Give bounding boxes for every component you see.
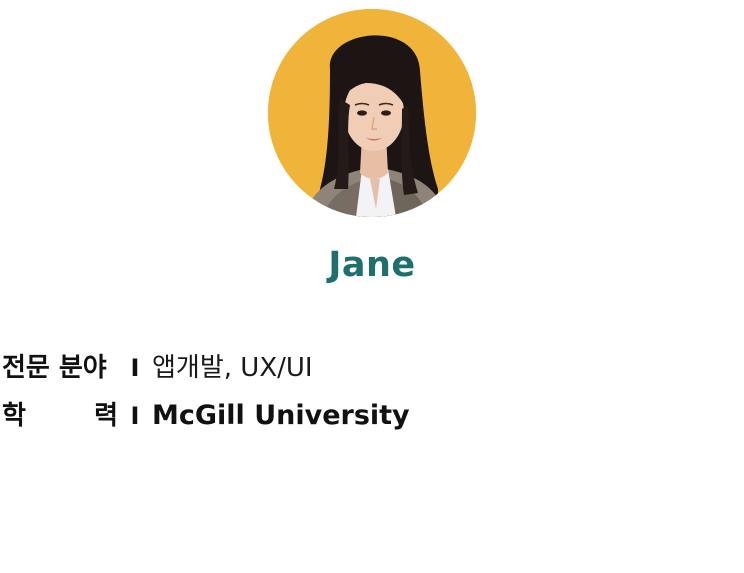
education-separator: I [130,402,140,430]
education-label: 학 력 [2,398,118,434]
education-label-last: 력 [94,401,118,431]
specialty-value: 앱개발, UX/UI [152,353,313,383]
education-label-first: 학 [2,401,26,431]
profile-name: Jane [328,245,416,285]
specialty-separator: I [130,354,140,382]
education-value: McGill University [152,400,410,431]
profile-photo [268,9,476,217]
specialty-label: 전문 분야 [2,353,107,383]
education-row: 학 력 I McGill University [2,398,410,434]
profile-portrait-image [268,9,476,217]
specialty-row: 전문 분야 I 앱개발, UX/UI [2,350,313,386]
